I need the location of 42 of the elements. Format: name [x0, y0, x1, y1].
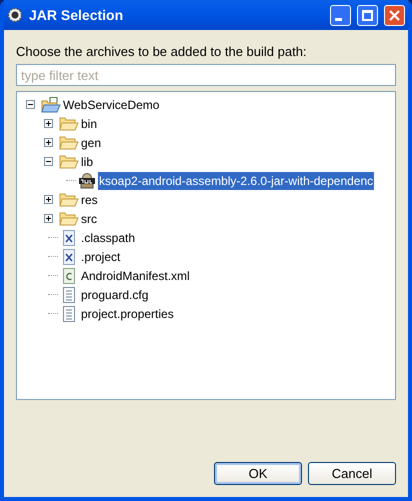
- window-title: JAR Selection: [29, 6, 124, 24]
- x-document-icon: [62, 248, 76, 264]
- folder-icon: [59, 192, 79, 207]
- tree-item[interactable]: AndroidManifest.xml: [80, 266, 191, 284]
- collapse-toggle-icon[interactable]: [26, 100, 35, 109]
- close-button[interactable]: [384, 4, 405, 26]
- tree-item[interactable]: .project: [80, 248, 122, 266]
- minimize-icon: [335, 18, 342, 20]
- maximize-button[interactable]: [357, 4, 378, 26]
- manifest-file-icon: [62, 268, 76, 284]
- project-folder-icon: [41, 96, 61, 112]
- tree-item[interactable]: src: [80, 210, 98, 228]
- tree-item[interactable]: res: [80, 190, 99, 208]
- text-file-icon: [62, 306, 76, 322]
- close-icon: [389, 10, 400, 20]
- minimize-button[interactable]: [330, 4, 351, 26]
- maximize-icon: [362, 10, 373, 20]
- filter-field[interactable]: type filter text: [16, 64, 396, 86]
- tree-item[interactable]: gen: [80, 134, 102, 152]
- tree-item[interactable]: proguard.cfg: [80, 286, 150, 304]
- text-file-icon: [62, 286, 76, 302]
- tree-item[interactable]: WebServiceDemo: [62, 96, 160, 114]
- tree-item[interactable]: ksoap2-android-assembly-2.6.0-jar-with-dependenc: [98, 172, 374, 190]
- expand-toggle-icon[interactable]: [44, 119, 53, 128]
- jar-icon: [78, 172, 96, 188]
- dialog-button[interactable]: Cancel: [308, 462, 396, 485]
- dialog-button[interactable]: OK: [214, 462, 302, 485]
- tree-item[interactable]: bin: [80, 114, 98, 132]
- tree-item[interactable]: lib: [80, 152, 94, 170]
- gear-icon: [7, 7, 23, 23]
- tree-item[interactable]: .classpath: [80, 228, 136, 246]
- folder-icon: [59, 116, 79, 131]
- folder-icon: [59, 211, 79, 226]
- tree-item[interactable]: project.properties: [80, 304, 175, 322]
- expand-toggle-icon[interactable]: [44, 214, 53, 223]
- x-document-icon: [62, 230, 76, 246]
- instruction-text: Choose the archives to be added to the build path:: [16, 43, 308, 61]
- folder-icon: [59, 154, 79, 169]
- folder-icon: [59, 135, 79, 150]
- expand-toggle-icon[interactable]: [44, 138, 53, 147]
- collapse-toggle-icon[interactable]: [44, 157, 53, 166]
- expand-toggle-icon[interactable]: [44, 195, 53, 204]
